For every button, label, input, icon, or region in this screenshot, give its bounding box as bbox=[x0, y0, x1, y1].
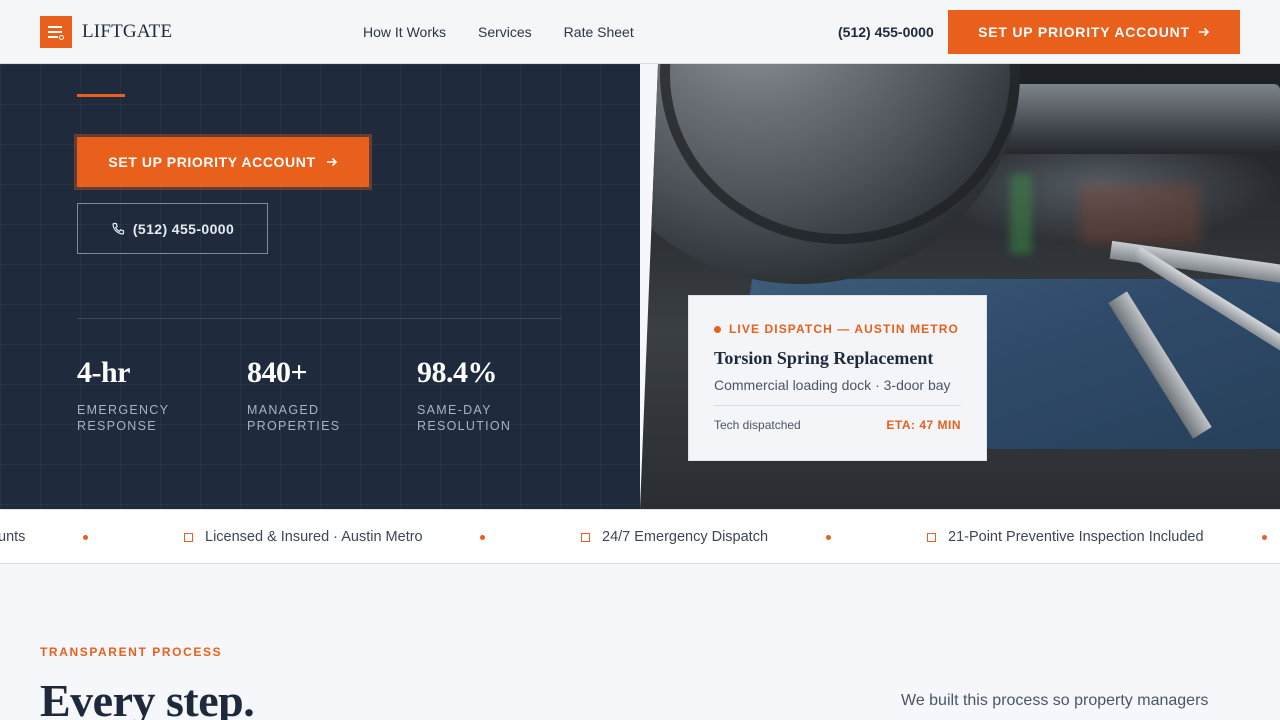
stat-same-day-resolution: 98.4% SAME-DAY RESOLUTION bbox=[417, 358, 537, 434]
dispatch-status-text: LIVE DISPATCH — AUSTIN METRO bbox=[729, 322, 959, 336]
ticker-separator-dot bbox=[83, 535, 88, 540]
stat-managed-properties: 840+ MANAGED PROPERTIES bbox=[247, 358, 367, 434]
call-phone-button[interactable]: (512) 455-0000 bbox=[77, 203, 268, 254]
site-header: LIFTGATE How It Works Services Rate Shee… bbox=[0, 0, 1280, 64]
live-dispatch-card: LIVE DISPATCH — AUSTIN METRO Torsion Spr… bbox=[688, 295, 987, 461]
ticker-text: 24/7 Emergency Dispatch bbox=[602, 529, 769, 545]
eta-badge: ETA: 47 MIN bbox=[886, 418, 961, 432]
main-nav: How It Works Services Rate Sheet bbox=[363, 24, 634, 40]
setup-account-button[interactable]: SET UP PRIORITY ACCOUNT bbox=[77, 137, 369, 187]
photo-background-detail bbox=[1010, 174, 1032, 254]
ticker-text: Licensed & Insured · Austin Metro bbox=[205, 529, 423, 545]
ticker-text: unts bbox=[0, 529, 26, 545]
stat-value: 840+ bbox=[247, 356, 308, 389]
job-subtitle: Commercial loading dock · 3-door bay bbox=[714, 377, 951, 393]
stat-value: 98.4% bbox=[417, 356, 498, 389]
hero-panel: SET UP PRIORITY ACCOUNT (512) 455-0000 4… bbox=[0, 64, 640, 509]
dispatch-footer: Tech dispatched ETA: 47 MIN bbox=[714, 418, 961, 432]
accent-divider bbox=[77, 94, 125, 97]
header-phone-link[interactable]: (512) 455-0000 bbox=[838, 24, 934, 40]
call-phone-label: (512) 455-0000 bbox=[132, 220, 235, 237]
ticker-item: unts bbox=[0, 529, 25, 545]
ticker-item: 24/7 Emergency Dispatch bbox=[581, 529, 768, 545]
ticker-separator-dot bbox=[1262, 535, 1267, 540]
ticker-separator-dot bbox=[826, 535, 831, 540]
photo-shaft bbox=[980, 84, 1280, 154]
garage-door-icon bbox=[40, 16, 72, 48]
ticker-separator-dot bbox=[480, 535, 485, 540]
stat-emergency-response: 4-hr EMERGENCY RESPONSE bbox=[77, 358, 197, 434]
arrow-right-icon bbox=[326, 157, 337, 167]
stats-divider bbox=[77, 318, 562, 319]
dispatch-status: LIVE DISPATCH — AUSTIN METRO bbox=[714, 322, 961, 336]
tech-status: Tech dispatched bbox=[714, 418, 801, 432]
ticker-item: 21-Point Preventive Inspection Included bbox=[927, 529, 1204, 545]
photo-background-detail bbox=[1080, 184, 1200, 244]
check-box-icon bbox=[927, 532, 936, 542]
stat-label: EMERGENCY RESPONSE bbox=[77, 403, 170, 433]
check-box-icon bbox=[581, 532, 590, 542]
ticker-item: Licensed & Insured · Austin Metro bbox=[184, 529, 423, 545]
setup-account-label: SET UP PRIORITY ACCOUNT bbox=[108, 154, 316, 170]
job-title: Torsion Spring Replacement bbox=[714, 348, 934, 368]
ticker-text: 21-Point Preventive Inspection Included bbox=[948, 529, 1204, 545]
process-heading: Every step. bbox=[40, 675, 255, 720]
nav-how-it-works[interactable]: How It Works bbox=[363, 24, 446, 40]
process-eyebrow: TRANSPARENT PROCESS bbox=[40, 645, 223, 659]
header-cta-button[interactable]: SET UP PRIORITY ACCOUNT bbox=[948, 10, 1240, 54]
stat-value: 4-hr bbox=[77, 356, 131, 389]
stat-label: SAME-DAY RESOLUTION bbox=[417, 403, 512, 433]
stat-label: MANAGED PROPERTIES bbox=[247, 403, 341, 433]
phone-icon bbox=[112, 222, 124, 235]
nav-services[interactable]: Services bbox=[478, 24, 532, 40]
card-divider bbox=[714, 405, 961, 406]
trust-ticker: unts Licensed & Insured · Austin Metro 2… bbox=[0, 509, 1280, 564]
arrow-right-icon bbox=[1198, 27, 1210, 37]
hero-photo: LIVE DISPATCH — AUSTIN METRO Torsion Spr… bbox=[640, 64, 1280, 509]
brand-logo[interactable]: LIFTGATE bbox=[40, 16, 172, 48]
live-dot-icon bbox=[714, 325, 721, 333]
nav-rate-sheet[interactable]: Rate Sheet bbox=[564, 24, 634, 40]
brand-name: LIFTGATE bbox=[82, 21, 173, 42]
process-intro: We built this process so property manage… bbox=[901, 692, 1209, 709]
check-box-icon bbox=[184, 532, 193, 542]
header-cta-label: SET UP PRIORITY ACCOUNT bbox=[978, 24, 1190, 40]
